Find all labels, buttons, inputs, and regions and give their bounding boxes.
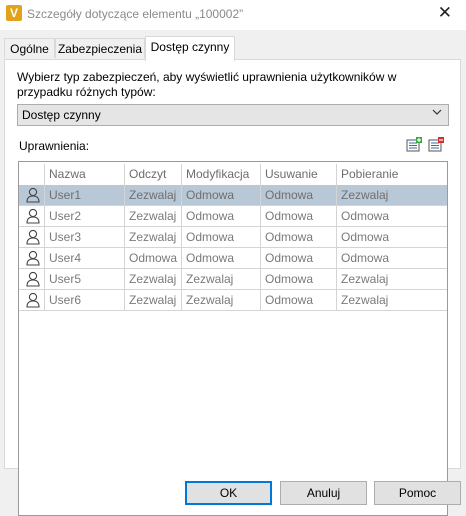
table-row[interactable]: User3 Zezwalaj Odmowa Odmowa Odmowa	[19, 227, 447, 248]
table-row[interactable]: User5 Zezwalaj Zezwalaj Odmowa Zezwalaj	[19, 269, 447, 290]
cell-modify: Odmowa	[182, 185, 261, 206]
cell-modify: Odmowa	[182, 206, 261, 227]
cell-name: User2	[45, 206, 125, 227]
add-permission-icon[interactable]	[406, 137, 422, 152]
header-icon-column	[19, 164, 45, 185]
header-delete[interactable]: Usuwanie	[261, 164, 337, 185]
tab-panel: Wybierz typ zabezpieczeń, aby wyświetlić…	[4, 59, 461, 516]
cell-delete: Odmowa	[261, 227, 337, 248]
security-type-select[interactable]: Dostęp czynny	[17, 104, 449, 126]
cell-modify: Zezwalaj	[182, 290, 261, 311]
remove-permission-icon[interactable]	[428, 137, 444, 152]
cell-delete: Odmowa	[261, 206, 337, 227]
cell-read: Zezwalaj	[125, 227, 182, 248]
table-row[interactable]: User4 Odmowa Odmowa Odmowa Odmowa	[19, 248, 447, 269]
app-logo-icon: V	[6, 5, 22, 21]
cell-download: Odmowa	[337, 248, 447, 269]
header-modify[interactable]: Modyfikacja	[182, 164, 261, 185]
security-type-value: Dostęp czynny	[22, 108, 101, 122]
close-icon[interactable]: ✕	[438, 3, 452, 23]
tab-security[interactable]: Zabezpieczenia	[55, 38, 145, 58]
table-row[interactable]: User1 Zezwalaj Odmowa Odmowa Zezwalaj	[19, 185, 447, 206]
cell-name: User3	[45, 227, 125, 248]
instruction-text: Wybierz typ zabezpieczeń, aby wyświetlić…	[17, 70, 397, 99]
cell-download: Zezwalaj	[337, 185, 447, 206]
tab-general[interactable]: Ogólne	[4, 38, 55, 58]
chevron-down-icon	[432, 108, 442, 119]
user-icon	[19, 290, 45, 311]
header-download[interactable]: Pobieranie	[337, 164, 447, 185]
tab-active-access[interactable]: Dostęp czynny	[145, 36, 235, 61]
user-icon	[19, 185, 45, 206]
cell-download: Odmowa	[337, 206, 447, 227]
table-row[interactable]: User2 Zezwalaj Odmowa Odmowa Odmowa	[19, 206, 447, 227]
permissions-label: Uprawnienia:	[19, 139, 90, 153]
header-read[interactable]: Odczyt	[125, 164, 182, 185]
cell-delete: Odmowa	[261, 248, 337, 269]
help-button[interactable]: Pomoc	[374, 481, 461, 505]
cell-download: Zezwalaj	[337, 290, 447, 311]
user-icon	[19, 206, 45, 227]
cell-name: User1	[45, 185, 125, 206]
title-bar: V Szczegóły dotyczące elementu „100002” …	[0, 0, 466, 30]
cancel-button[interactable]: Anuluj	[280, 481, 367, 505]
cell-modify: Odmowa	[182, 227, 261, 248]
window-title: Szczegóły dotyczące elementu „100002”	[27, 7, 244, 21]
header-name[interactable]: Nazwa	[45, 164, 125, 185]
cell-read: Zezwalaj	[125, 290, 182, 311]
user-icon	[19, 248, 45, 269]
cell-read: Zezwalaj	[125, 206, 182, 227]
cell-read: Odmowa	[125, 248, 182, 269]
cell-delete: Odmowa	[261, 185, 337, 206]
cell-read: Zezwalaj	[125, 185, 182, 206]
user-icon	[19, 227, 45, 248]
cell-name: User4	[45, 248, 125, 269]
cell-name: User6	[45, 290, 125, 311]
cell-download: Zezwalaj	[337, 269, 447, 290]
table-row[interactable]: User6 Zezwalaj Zezwalaj Odmowa Zezwalaj	[19, 290, 447, 311]
user-icon	[19, 269, 45, 290]
cell-read: Zezwalaj	[125, 269, 182, 290]
cell-modify: Odmowa	[182, 248, 261, 269]
grid-header: Nazwa Odczyt Modyfikacja Usuwanie Pobier…	[19, 164, 447, 185]
cell-name: User5	[45, 269, 125, 290]
cell-delete: Odmowa	[261, 269, 337, 290]
cell-download: Odmowa	[337, 227, 447, 248]
cell-modify: Zezwalaj	[182, 269, 261, 290]
cell-delete: Odmowa	[261, 290, 337, 311]
permissions-grid[interactable]: Nazwa Odczyt Modyfikacja Usuwanie Pobier…	[18, 161, 448, 516]
ok-button[interactable]: OK	[185, 481, 272, 505]
